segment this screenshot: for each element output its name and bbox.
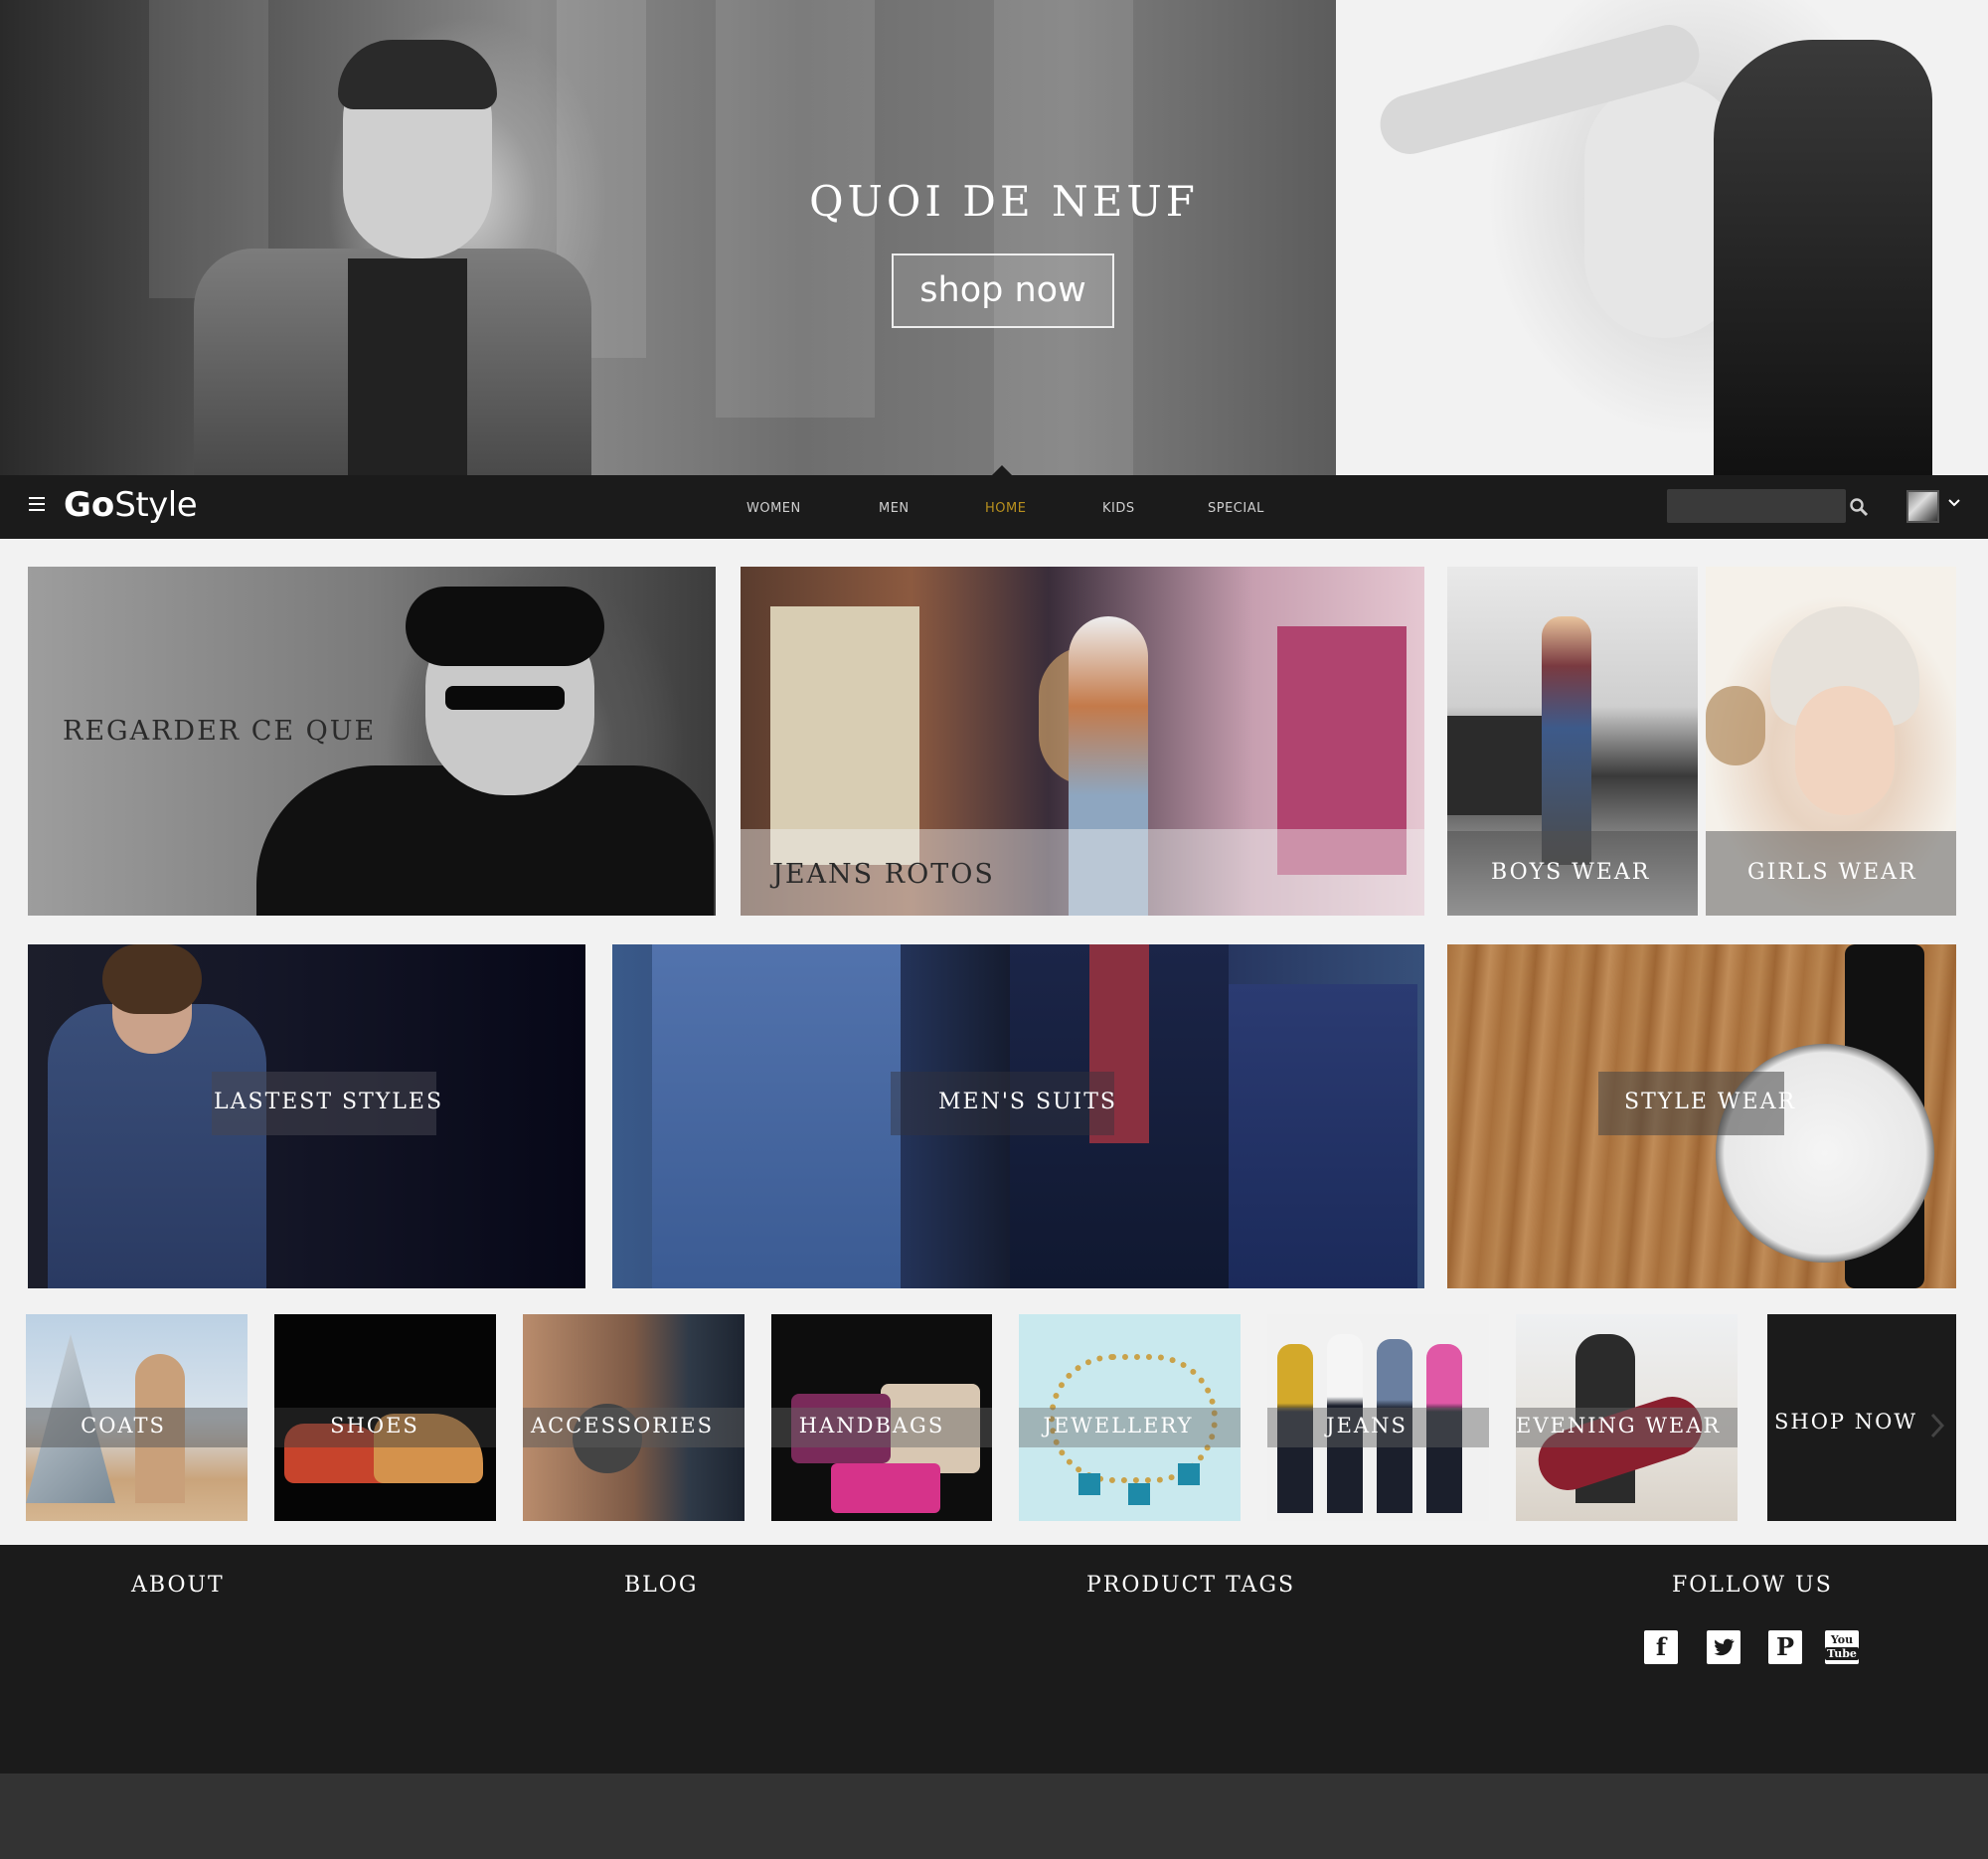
pinterest-icon[interactable]: P bbox=[1768, 1630, 1802, 1664]
category-evening-wear[interactable]: EVENING WEAR bbox=[1516, 1314, 1738, 1521]
nav-link-kids[interactable]: KIDS bbox=[1102, 501, 1135, 516]
tile-style-wear[interactable]: STYLE WEAR bbox=[1447, 944, 1956, 1288]
chevron-down-icon[interactable] bbox=[1948, 497, 1960, 509]
footer-product-tags-link[interactable]: PRODUCT TAGS bbox=[1086, 1573, 1295, 1598]
footer-about-link[interactable]: ABOUT bbox=[131, 1573, 225, 1598]
category-accessories[interactable]: ACCESSORIES bbox=[523, 1314, 745, 1521]
nav-link-special[interactable]: SPECIAL bbox=[1208, 501, 1264, 516]
tile-mens-suits-label: MEN'S SUITS bbox=[938, 1090, 1117, 1114]
category-shoes-label: SHOES bbox=[330, 1414, 419, 1437]
footer-blog-link[interactable]: BLOG bbox=[624, 1573, 698, 1598]
shop-now-tile[interactable]: SHOP NOW bbox=[1767, 1314, 1956, 1521]
hero-title: QUOI DE NEUF bbox=[809, 177, 1199, 226]
category-jewellery-label: JEWELLERY bbox=[1043, 1414, 1194, 1437]
category-evening-wear-label: EVENING WEAR bbox=[1516, 1414, 1722, 1437]
tile-regarder-label: REGARDER CE QUE bbox=[63, 716, 377, 747]
hero-image-man bbox=[0, 0, 1336, 475]
footer: ABOUT BLOG PRODUCT TAGS FOLLOW US f P Yo… bbox=[0, 1545, 1988, 1774]
tile-latest-styles-label: LASTEST STYLES bbox=[214, 1090, 444, 1114]
chevron-right-icon bbox=[1930, 1413, 1944, 1438]
main-content: REGARDER CE QUE JEANS ROTOS BOYS WEAR GI… bbox=[0, 539, 1988, 1545]
tile-boys-wear-label: BOYS WEAR bbox=[1491, 860, 1651, 885]
tile-regarder[interactable]: REGARDER CE QUE bbox=[28, 567, 716, 916]
category-coats-label: COATS bbox=[81, 1414, 166, 1437]
tile-girls-wear[interactable]: GIRLS WEAR bbox=[1706, 567, 1956, 916]
category-jeans[interactable]: JEANS bbox=[1267, 1314, 1489, 1521]
search-icon[interactable] bbox=[1849, 497, 1869, 517]
category-accessories-label: ACCESSORIES bbox=[530, 1414, 715, 1437]
tile-jeans-rotos[interactable]: JEANS ROTOS bbox=[741, 567, 1424, 916]
category-handbags-label: HANDBAGS bbox=[798, 1414, 945, 1437]
twitter-icon[interactable] bbox=[1707, 1630, 1740, 1664]
tile-jeans-rotos-label: JEANS ROTOS bbox=[772, 859, 995, 890]
tile-boys-wear[interactable]: BOYS WEAR bbox=[1447, 567, 1698, 916]
avatar[interactable] bbox=[1906, 490, 1939, 523]
top-navigation: GoStyle WOMEN MEN HOME KIDS SPECIAL bbox=[0, 465, 1988, 539]
hero-banner: QUOI DE NEUF shop now bbox=[0, 0, 1988, 475]
hero-image-woman bbox=[1336, 0, 1988, 475]
category-handbags[interactable]: HANDBAGS bbox=[771, 1314, 992, 1521]
shop-now-tile-label: SHOP NOW bbox=[1774, 1410, 1917, 1434]
tile-mens-suits[interactable]: MEN'S SUITS bbox=[612, 944, 1424, 1288]
tile-girls-wear-label: GIRLS WEAR bbox=[1747, 860, 1917, 885]
category-shoes[interactable]: SHOES bbox=[274, 1314, 496, 1521]
tile-style-wear-label: STYLE WEAR bbox=[1624, 1090, 1797, 1114]
footer-follow-us: FOLLOW US bbox=[1672, 1573, 1833, 1598]
bottom-bar bbox=[0, 1774, 1988, 1859]
facebook-icon[interactable]: f bbox=[1644, 1630, 1678, 1664]
category-jewellery[interactable]: JEWELLERY bbox=[1019, 1314, 1241, 1521]
tile-latest-styles[interactable]: LASTEST STYLES bbox=[28, 944, 585, 1288]
category-coats[interactable]: COATS bbox=[26, 1314, 248, 1521]
search-input[interactable] bbox=[1667, 489, 1846, 523]
hero-shop-now-button[interactable]: shop now bbox=[892, 254, 1114, 328]
nav-link-men[interactable]: MEN bbox=[879, 501, 910, 516]
nav-link-women[interactable]: WOMEN bbox=[746, 501, 801, 516]
nav-link-home[interactable]: HOME bbox=[985, 501, 1026, 516]
youtube-icon[interactable]: You Tube bbox=[1825, 1630, 1859, 1664]
active-caret bbox=[992, 465, 1012, 475]
category-jeans-label: JEANS bbox=[1326, 1414, 1408, 1437]
